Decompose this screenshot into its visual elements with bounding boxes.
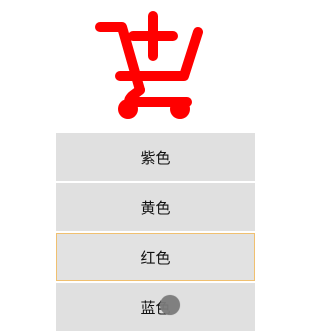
option-red[interactable]: 红色 (56, 233, 255, 281)
option-purple[interactable]: 紫色 (56, 133, 255, 181)
option-blue[interactable]: 蓝色 (56, 283, 255, 331)
option-yellow[interactable]: 黄色 (56, 183, 255, 231)
cart-header (0, 0, 312, 130)
touch-indicator (160, 295, 180, 315)
option-label: 黄色 (140, 198, 171, 217)
option-label: 红色 (140, 248, 171, 267)
color-options-list: 紫色 黄色 红色 蓝色 (56, 133, 255, 331)
option-label: 紫色 (140, 148, 171, 167)
cart-plus-icon (95, 11, 203, 119)
